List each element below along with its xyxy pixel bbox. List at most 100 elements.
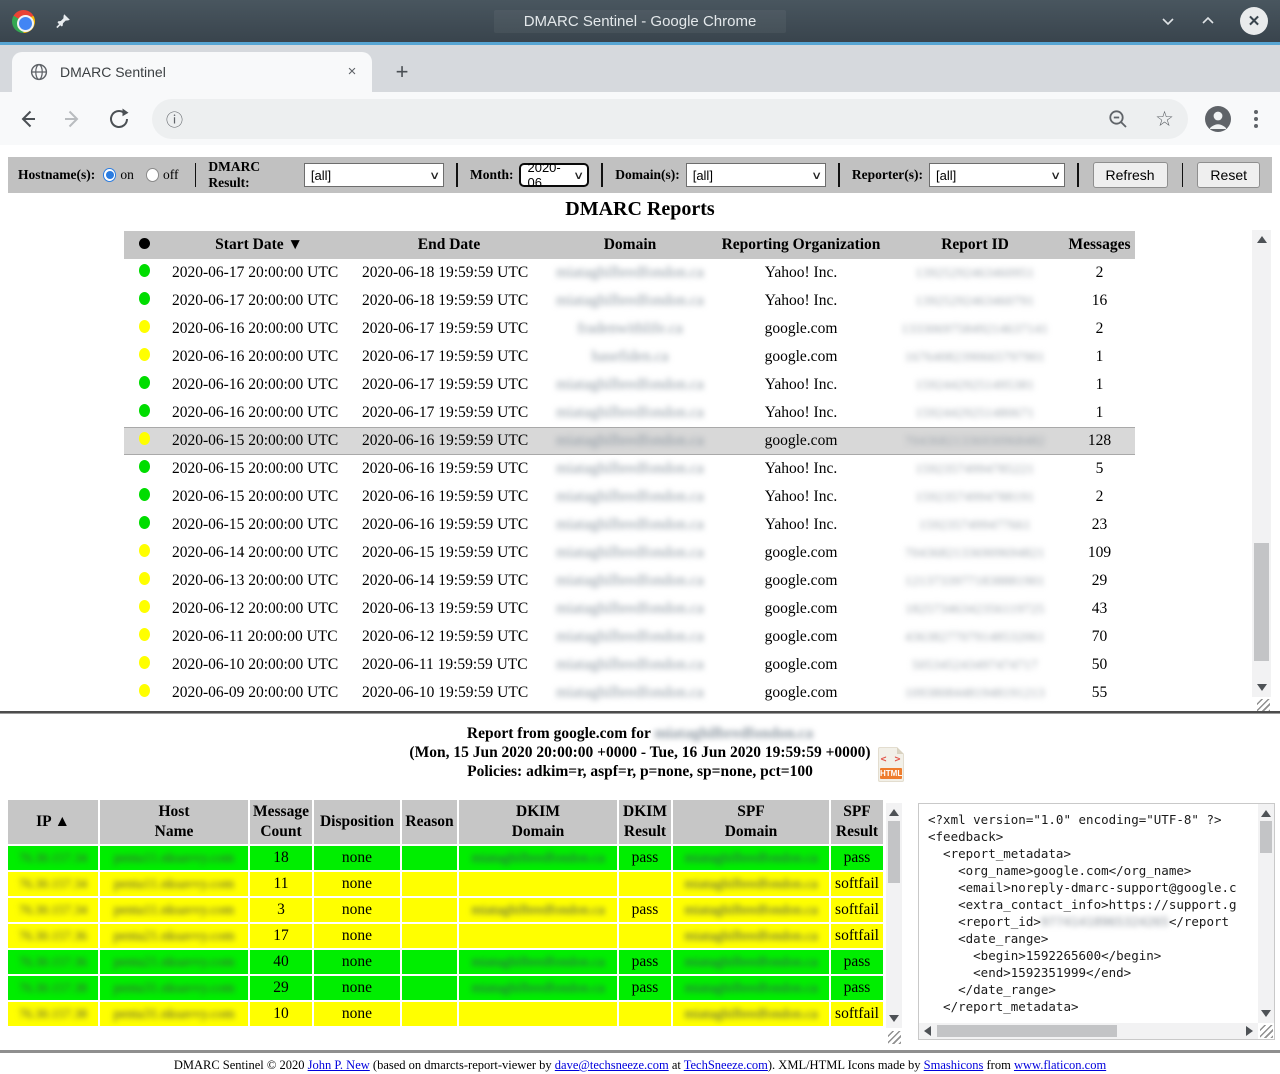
report-row[interactable]: 2020-06-15 20:00:00 UTC2020-06-16 19:59:… <box>124 511 1135 539</box>
status-dot <box>139 348 150 361</box>
xml-line: <org_name>google.com</org_name> <box>928 862 1256 879</box>
tab-strip: DMARC Sentinel × + <box>0 45 1280 92</box>
frame-divider[interactable] <box>0 711 1280 714</box>
reporters-select[interactable]: [all]∨ <box>929 163 1065 187</box>
bookmark-star-icon[interactable]: ☆ <box>1155 109 1174 129</box>
new-tab-button[interactable]: + <box>388 59 416 87</box>
redacted-text: miataghilbredfondon.ca <box>556 600 704 617</box>
report-row[interactable]: 2020-06-17 20:00:00 UTC2020-06-18 19:59:… <box>124 259 1135 287</box>
minimize-icon[interactable] <box>1160 13 1176 29</box>
report-row[interactable]: 2020-06-11 20:00:00 UTC2020-06-12 19:59:… <box>124 623 1135 651</box>
detail-scrollbar-thumb[interactable] <box>888 821 900 883</box>
redacted-text: miataghilbredfondon.ca <box>471 981 604 996</box>
column-header: Report ID <box>886 236 1064 254</box>
report-row[interactable]: 2020-06-17 20:00:00 UTC2020-06-18 19:59:… <box>124 287 1135 315</box>
report-row[interactable]: 2020-06-10 20:00:00 UTC2020-06-11 19:59:… <box>124 651 1135 679</box>
scroll-up-icon[interactable] <box>1261 810 1271 817</box>
detail-scrollbar[interactable] <box>886 803 902 1028</box>
redacted-text: penta21.nksavvy.com <box>113 955 234 970</box>
xml-horizontal-scrollbar[interactable] <box>919 1023 1258 1039</box>
reset-button[interactable]: Reset <box>1197 162 1260 188</box>
redacted-text: penta11.nksavvy.com <box>114 851 235 866</box>
xml-scrollbar-thumb[interactable] <box>1260 821 1272 853</box>
report-row[interactable]: 2020-06-12 20:00:00 UTC2020-06-13 19:59:… <box>124 595 1135 623</box>
back-icon[interactable] <box>14 106 40 132</box>
month-select[interactable]: 2020-06∨ <box>519 163 589 187</box>
column-header: Reason <box>402 800 457 844</box>
reports-scrollbar[interactable] <box>1252 230 1271 697</box>
html-file-icon[interactable]: < > HTML <box>878 747 904 782</box>
redacted-text: 76.30.157.34 <box>19 850 87 865</box>
page-info-icon[interactable]: ⓘ <box>166 106 183 131</box>
report-row[interactable]: 2020-06-15 20:00:00 UTC2020-06-16 19:59:… <box>124 483 1135 511</box>
scroll-down-icon[interactable] <box>889 1015 899 1022</box>
redacted-text: miataghilbredfondon.ca <box>556 572 704 589</box>
redacted-text: miataghilbredfondon.ca <box>471 851 604 866</box>
reports-scrollbar-thumb[interactable] <box>1254 543 1269 661</box>
hostnames-label: Hostname(s): <box>18 167 95 183</box>
report-row[interactable]: 2020-06-15 20:00:00 UTC2020-06-16 19:59:… <box>124 455 1135 483</box>
close-window-icon[interactable]: ✕ <box>1240 7 1268 35</box>
redacted-text: penta31.nksavvy.com <box>113 1007 234 1022</box>
scroll-down-icon[interactable] <box>1257 684 1267 691</box>
refresh-button[interactable]: Refresh <box>1093 162 1168 188</box>
footer-link[interactable]: TechSneeze.com <box>684 1058 768 1072</box>
redacted-text: 76.30.157.36 <box>19 928 87 943</box>
footer-link[interactable]: dave@techsneeze.com <box>555 1058 669 1072</box>
scroll-right-icon[interactable] <box>1246 1026 1253 1036</box>
redacted-text: 76.30.157.38 <box>19 1006 87 1021</box>
scroll-up-icon[interactable] <box>1257 236 1267 243</box>
footer-link[interactable]: John P. New <box>308 1058 370 1072</box>
browser-menu-icon[interactable] <box>1254 110 1258 128</box>
scroll-down-icon[interactable] <box>1261 1010 1271 1017</box>
footer-divider <box>0 1050 1280 1053</box>
report-row[interactable]: 2020-06-16 20:00:00 UTC2020-06-17 19:59:… <box>124 371 1135 399</box>
footer-link[interactable]: Smashicons <box>924 1058 984 1072</box>
dmarc-result-select[interactable]: [all]∨ <box>304 163 444 187</box>
chevron-down-icon: ∨ <box>562 169 584 182</box>
redacted-text: miataghilbredfondon.ca <box>556 656 704 673</box>
detail-frame-resize-grip[interactable] <box>888 1031 901 1044</box>
report-row[interactable]: 2020-06-15 20:00:00 UTC2020-06-16 19:59:… <box>124 427 1135 455</box>
xml-line: <date_range> <box>928 930 1256 947</box>
reports-table-header: Start Date ▼End DateDomainReporting Orga… <box>124 231 1135 259</box>
xml-vertical-scrollbar[interactable] <box>1258 804 1274 1023</box>
tab-dmarc-sentinel[interactable]: DMARC Sentinel × <box>12 52 372 92</box>
xml-resize-grip[interactable] <box>1260 1025 1273 1038</box>
domains-select[interactable]: [all]∨ <box>686 163 826 187</box>
report-detail-table: IP ▲Host NameMessage CountDispositionRea… <box>8 800 884 1040</box>
redacted-text: miataghilbredfondon.ca <box>556 432 704 449</box>
xml-line: <report_id>97741418965324265</report <box>928 913 1256 930</box>
forward-icon[interactable] <box>60 106 86 132</box>
profile-avatar[interactable] <box>1204 105 1232 133</box>
zoom-out-icon[interactable] <box>1107 108 1129 130</box>
maximize-icon[interactable] <box>1200 13 1216 29</box>
hostnames-on-radio[interactable] <box>103 168 116 182</box>
redacted-text: miataghilbredfondon.ca <box>684 877 817 892</box>
scroll-up-icon[interactable] <box>889 809 899 816</box>
scroll-left-icon[interactable] <box>924 1026 931 1036</box>
footer-link[interactable]: www.flaticon.com <box>1014 1058 1106 1072</box>
report-row[interactable]: 2020-06-16 20:00:00 UTC2020-06-17 19:59:… <box>124 315 1135 343</box>
redacted-text: 76.30.157.36 <box>19 954 87 969</box>
column-header: Messages <box>1064 236 1135 254</box>
detail-row: 76.30.157.34penta11.nksavvy.com3nonemiat… <box>8 898 884 922</box>
window-title: DMARC Sentinel - Google Chrome <box>0 13 1280 30</box>
report-row[interactable]: 2020-06-13 20:00:00 UTC2020-06-14 19:59:… <box>124 567 1135 595</box>
footer-credits: DMARC Sentinel © 2020 John P. New (based… <box>0 1058 1280 1073</box>
xml-source-textarea[interactable]: <?xml version="1.0" encoding="UTF-8" ?><… <box>918 803 1275 1040</box>
report-row[interactable]: 2020-06-14 20:00:00 UTC2020-06-15 19:59:… <box>124 539 1135 567</box>
column-header: Host Name <box>100 800 248 844</box>
redacted-text: miataghilbredfondon.ca <box>684 955 817 970</box>
report-row[interactable]: 2020-06-09 20:00:00 UTC2020-06-10 19:59:… <box>124 679 1135 707</box>
xml-hscrollbar-thumb[interactable] <box>937 1025 1117 1037</box>
redacted-text: 70436821336930968482 <box>905 433 1045 448</box>
address-bar[interactable]: ⓘ ☆ <box>152 99 1188 139</box>
tab-close-icon[interactable]: × <box>342 62 362 82</box>
report-row[interactable]: 2020-06-16 20:00:00 UTC2020-06-17 19:59:… <box>124 343 1135 371</box>
report-row[interactable]: 2020-06-16 20:00:00 UTC2020-06-17 19:59:… <box>124 399 1135 427</box>
tab-title: DMARC Sentinel <box>60 64 166 80</box>
reload-icon[interactable] <box>106 106 132 132</box>
footer-text: DMARC Sentinel © 2020 <box>174 1058 308 1072</box>
hostnames-off-radio[interactable] <box>146 168 159 182</box>
